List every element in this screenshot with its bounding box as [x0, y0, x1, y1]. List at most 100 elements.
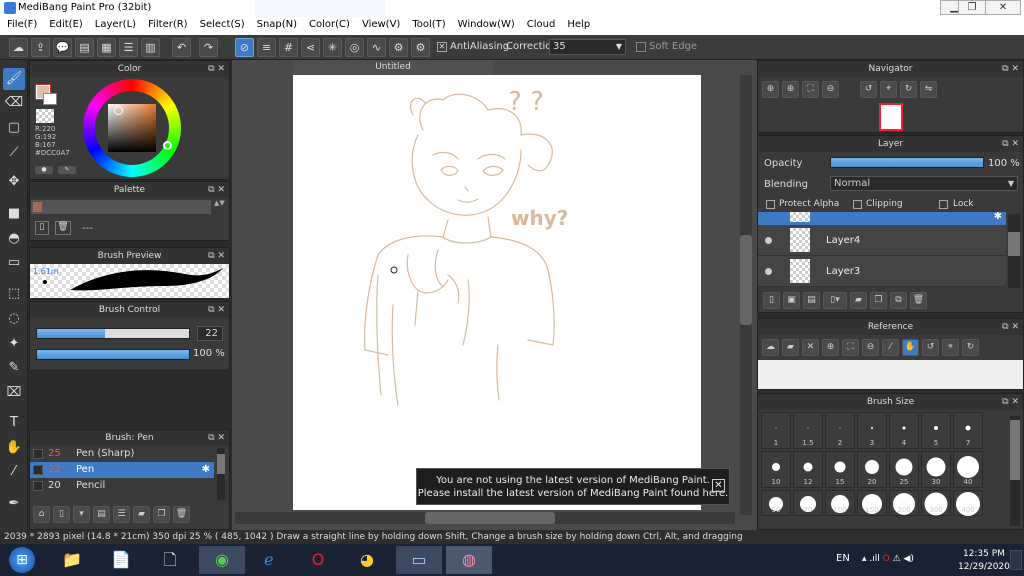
open-folder-icon[interactable]: ▰ — [782, 339, 799, 356]
brush-size-option[interactable]: 2 — [825, 412, 855, 449]
brush-size-option[interactable]: 30 — [921, 451, 951, 488]
select-tool-icon[interactable]: ⬚ — [3, 283, 25, 305]
panel-controls-icon[interactable]: ⧉ ✕ — [1002, 319, 1019, 335]
zoom-in-icon[interactable]: ⊕ — [822, 339, 839, 356]
radial-snap-icon[interactable]: ✳ — [323, 38, 342, 57]
text-tool-icon[interactable]: T — [3, 412, 25, 434]
duplicate-icon[interactable]: ❐ — [153, 506, 170, 523]
menu-file[interactable]: File(F) — [0, 17, 42, 30]
tray-icons[interactable]: ▴ .ıll O ⚠ ◀) — [862, 554, 914, 564]
home-icon[interactable]: ⌂ — [33, 506, 50, 523]
dropper-icon[interactable]: ⁄ — [882, 339, 899, 356]
brush-list-scrollbar[interactable] — [217, 448, 225, 500]
new-8bit-layer-icon[interactable]: ▤ — [803, 292, 820, 309]
panel-controls-icon[interactable]: ⧉ ✕ — [208, 182, 225, 198]
select-pen-tool-icon[interactable]: ✎ — [3, 357, 25, 379]
brush-size-option[interactable]: 15 — [825, 451, 855, 488]
eye-icon[interactable] — [765, 268, 772, 275]
softedge-checkbox[interactable] — [636, 42, 646, 52]
rotate-left-icon[interactable]: ↺ — [922, 339, 939, 356]
blending-select[interactable]: Normal ▼ — [830, 176, 1018, 191]
brush-size-option[interactable]: 150 — [857, 490, 887, 516]
eraser-tool-icon[interactable]: ⌫ — [3, 92, 25, 114]
panel-controls-icon[interactable]: ⧉ ✕ — [1002, 394, 1019, 410]
document-app-icon[interactable]: 📄 — [101, 546, 141, 574]
opera-icon[interactable]: O — [298, 546, 338, 574]
language-indicator[interactable]: EN — [836, 553, 850, 564]
list-icon[interactable]: ☰ — [113, 506, 130, 523]
medibang-taskbar-icon[interactable]: ◍ — [446, 546, 492, 574]
delete-layer-icon[interactable]: 🗑 — [910, 292, 927, 309]
hand-icon[interactable]: ✋ — [902, 339, 919, 356]
brush-size-option[interactable]: 1.5 — [793, 412, 823, 449]
menu-filter[interactable]: Filter(R) — [141, 17, 193, 30]
vertical-scrollbar[interactable] — [740, 75, 752, 515]
clock[interactable]: 12:35 PM 12/29/2020 — [958, 548, 1010, 574]
brush-size-option[interactable]: 1 — [761, 412, 791, 449]
panel-controls-icon[interactable]: ⧉ ✕ — [208, 248, 225, 264]
layer-opacity-slider[interactable] — [830, 157, 984, 168]
zoom-out-icon[interactable]: ⊖ — [822, 81, 839, 98]
reset-view-icon[interactable]: ⌖ — [880, 81, 897, 98]
panel-controls-icon[interactable]: ⧉ ✕ — [1002, 61, 1019, 77]
protect-alpha-checkbox[interactable] — [766, 200, 775, 209]
menu-select[interactable]: Select(S) — [193, 17, 250, 30]
start-button[interactable]: ⊞ — [2, 546, 42, 574]
chrome-icon[interactable]: ◕ — [347, 546, 387, 574]
fit-screen-icon[interactable]: ⛶ — [802, 81, 819, 98]
move-tool-icon[interactable]: ✥ — [3, 171, 25, 193]
layer-scrollbar[interactable] — [1008, 214, 1020, 288]
new-layer-icon[interactable]: ▯ — [763, 292, 780, 309]
settings-snap-icon[interactable]: ⚙ — [389, 38, 408, 57]
brush-size-option[interactable]: 12 — [793, 451, 823, 488]
horizontal-scrollbar[interactable] — [235, 512, 735, 524]
window-app-icon[interactable]: ▭ — [396, 546, 442, 574]
new-halftone-layer-icon[interactable]: ▣ — [783, 292, 800, 309]
rotate-left-icon[interactable]: ↺ — [860, 81, 877, 98]
brush-size-option[interactable]: 200 — [889, 490, 919, 516]
folder-icon[interactable]: ▰ — [133, 506, 150, 523]
curve-snap-icon[interactable]: ∿ — [367, 38, 386, 57]
menu-view[interactable]: View(V) — [355, 17, 405, 30]
clipping-checkbox[interactable] — [853, 200, 862, 209]
perspective-snap-icon[interactable]: ⋖ — [301, 38, 320, 57]
cloud-icon[interactable]: ☁ — [762, 339, 779, 356]
brush-size-option[interactable]: 25 — [889, 451, 919, 488]
magic-wand-tool-icon[interactable]: ✦ — [3, 333, 25, 355]
menu-tool[interactable]: Tool(T) — [405, 17, 450, 30]
menu-cloud[interactable]: Cloud — [520, 17, 561, 30]
brush-size-option[interactable]: 40 — [953, 451, 983, 488]
palette-swatch[interactable] — [33, 202, 42, 212]
brush-tool-icon[interactable]: 🖌 — [3, 68, 25, 90]
rectangle-tool-icon[interactable]: ▢ — [3, 117, 25, 139]
vertical-scroll-thumb[interactable] — [740, 235, 752, 325]
new-brush-icon[interactable]: ▯ — [53, 506, 70, 523]
eye-icon[interactable] — [765, 237, 772, 244]
internet-explorer-icon[interactable]: ℯ — [249, 546, 289, 574]
navigator-preview[interactable] — [758, 102, 1023, 132]
lock-checkbox[interactable] — [939, 200, 948, 209]
close-button[interactable]: ✕ — [985, 0, 1021, 15]
palette-scroll-icon[interactable]: ▲▼ — [214, 200, 225, 214]
document-canvas[interactable]: ? ? why? — [293, 75, 701, 510]
secondary-color-swatch[interactable] — [43, 93, 57, 105]
gradient-tool-icon[interactable]: ▭ — [3, 252, 25, 274]
line-tool-icon[interactable]: ⟋ — [3, 142, 25, 164]
brush-size-option[interactable]: 400 — [953, 490, 983, 516]
brush-size-option[interactable]: 3 — [857, 412, 887, 449]
grid-snap-icon[interactable]: # — [279, 38, 298, 57]
notification-icon[interactable] — [1010, 550, 1022, 570]
cloud-icon[interactable]: ☁ — [9, 38, 28, 57]
brush-size-value[interactable]: 22 — [197, 326, 223, 341]
blank-file-icon[interactable]: 🗋 — [150, 546, 190, 574]
panel-controls-icon[interactable]: ⧉ ✕ — [208, 302, 225, 318]
transparent-swatch[interactable] — [36, 109, 54, 123]
delete-icon[interactable]: 🗑 — [173, 506, 190, 523]
document-tab[interactable]: Untitled — [293, 60, 493, 75]
brush-item-pencil[interactable]: 20 Pencil — [30, 478, 214, 494]
brush-size-option[interactable]: 50 — [761, 490, 791, 516]
undo-icon[interactable]: ↶ — [172, 38, 191, 57]
fill-rect-tool-icon[interactable]: ■ — [3, 203, 25, 225]
correction-select[interactable]: 35 ▼ — [549, 39, 626, 55]
brush-size-option[interactable]: 100 — [825, 490, 855, 516]
